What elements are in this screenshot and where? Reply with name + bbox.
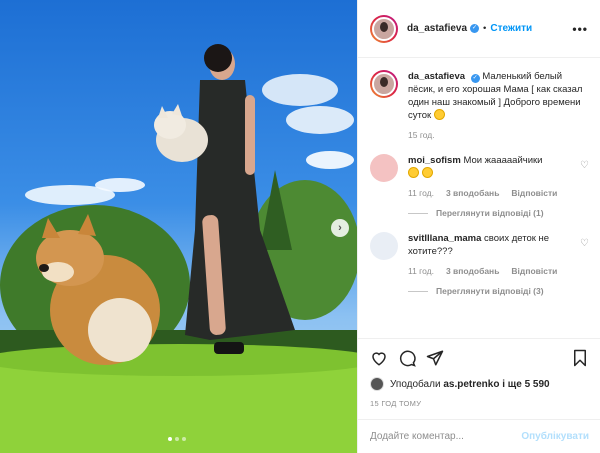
carousel-dot xyxy=(175,437,179,441)
comment-item: svitlllana_mama своих деток не хотите???… xyxy=(370,232,589,276)
carousel-dot xyxy=(182,437,186,441)
caption: da_astafieva ✓ Маленький белый пёсик, и … xyxy=(370,70,589,140)
view-replies[interactable]: Переглянути відповіді (3) xyxy=(408,286,589,296)
publish-button[interactable]: Опублікувати xyxy=(521,431,589,442)
comment-icon[interactable] xyxy=(398,349,416,367)
post-actions: Уподобали as.petrenko і ще 5 590 15 ГОД … xyxy=(358,338,600,408)
comment-username[interactable]: svitlllana_mama xyxy=(408,233,481,244)
avatar[interactable] xyxy=(370,377,384,391)
post-header: da_astafieva ✓ • Стежити ••• xyxy=(358,0,600,58)
chevron-right-icon: › xyxy=(338,222,342,234)
view-replies-label[interactable]: Переглянути відповіді (1) xyxy=(436,208,544,218)
heart-icon[interactable] xyxy=(370,349,388,367)
comment-input[interactable] xyxy=(370,431,522,442)
avatar[interactable] xyxy=(370,232,398,260)
laughing-emoji-icon xyxy=(433,109,445,120)
more-options-button[interactable]: ••• xyxy=(572,22,588,36)
bookmark-icon[interactable] xyxy=(571,349,589,367)
likes-user[interactable]: as.petrenko xyxy=(443,379,499,390)
like-comment-heart-icon[interactable]: ♡ xyxy=(580,160,589,171)
comments-list[interactable]: da_astafieva ✓ Маленький белый пёсик, и … xyxy=(358,58,600,338)
follow-button[interactable]: Стежити xyxy=(490,23,532,34)
caption-username[interactable]: da_astafieva xyxy=(408,71,465,82)
caption-age: 15 год. xyxy=(408,130,435,140)
comment-text: Мои жааааайчики xyxy=(463,155,543,166)
post-timestamp[interactable]: 15 ГОД ТОМУ xyxy=(370,399,589,408)
reply-button[interactable]: Відповісти xyxy=(511,266,557,276)
verified-icon: ✓ xyxy=(470,74,480,83)
smile-emoji-icon xyxy=(422,167,433,178)
carousel-next-button[interactable]: › xyxy=(331,219,349,237)
post-image xyxy=(0,44,357,453)
carousel-dot xyxy=(168,437,172,441)
likes-summary: Уподобали as.petrenko і ще 5 590 xyxy=(370,377,589,391)
likes-count[interactable]: і ще 5 590 xyxy=(502,379,549,390)
reply-button[interactable]: Відповісти xyxy=(511,188,557,198)
avatar[interactable] xyxy=(370,14,398,43)
avatar[interactable] xyxy=(370,154,398,182)
comment-likes[interactable]: 3 вподобань xyxy=(446,266,499,276)
post-side-panel: da_astafieva ✓ • Стежити ••• da_astafiev… xyxy=(357,0,600,453)
comment-age[interactable]: 11 год. xyxy=(408,188,434,198)
like-comment-heart-icon[interactable]: ♡ xyxy=(580,238,589,249)
separator: • xyxy=(483,23,487,34)
likes-prefix: Уподобали xyxy=(390,378,441,390)
add-comment-bar: Опублікувати xyxy=(358,419,600,453)
comment-age[interactable]: 11 год. xyxy=(408,266,434,276)
comment-likes[interactable]: 3 вподобань xyxy=(446,188,499,198)
view-replies[interactable]: Переглянути відповіді (1) xyxy=(408,208,589,218)
author-username[interactable]: da_astafieva xyxy=(407,23,467,34)
avatar[interactable] xyxy=(370,70,398,98)
post-photo[interactable]: › xyxy=(0,0,357,453)
smile-emoji-icon xyxy=(408,167,419,178)
view-replies-label[interactable]: Переглянути відповіді (3) xyxy=(436,286,544,296)
comment-username[interactable]: moi_sofism xyxy=(408,155,461,166)
verified-icon: ✓ xyxy=(470,24,480,33)
carousel-indicator xyxy=(168,437,186,441)
share-icon[interactable] xyxy=(426,349,444,367)
comment-item: moi_sofism Мои жааааайчики 11 год. 3 впо… xyxy=(370,154,589,198)
